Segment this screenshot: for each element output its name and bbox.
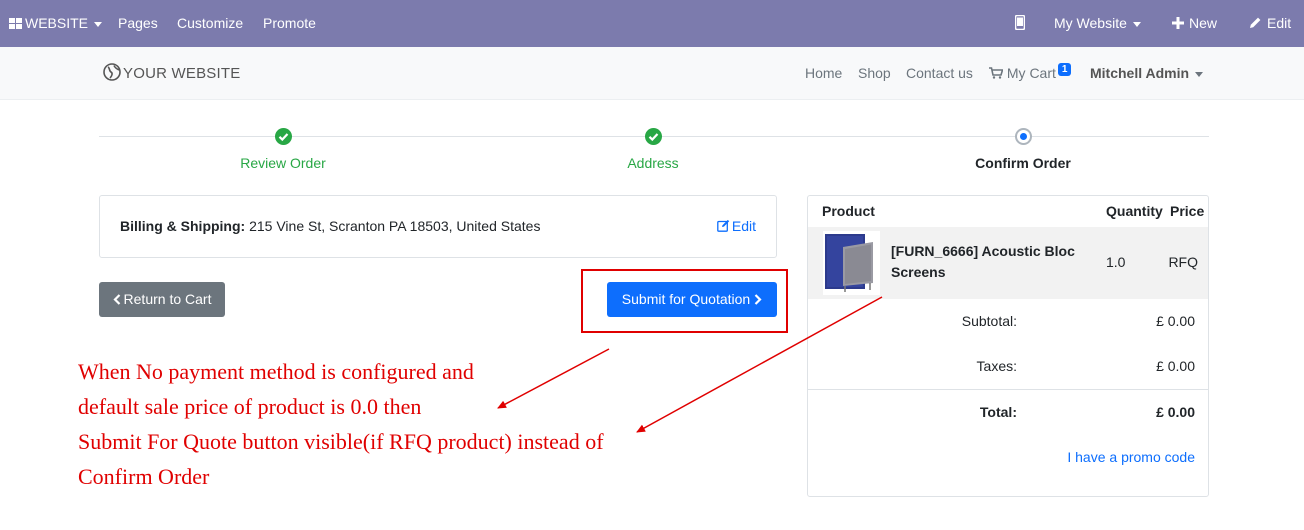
cart-count-badge: 1 [1057, 63, 1072, 76]
apps-grid-icon [9, 18, 22, 29]
product-price: RFQ [1168, 254, 1198, 270]
promote-menu[interactable]: Promote [263, 0, 316, 47]
chevron-down-icon [1195, 71, 1204, 77]
submit-for-quotation-button[interactable]: Submit for Quotation [607, 282, 777, 317]
product-name[interactable]: [FURN_6666] Acoustic Bloc Screens [891, 241, 1091, 283]
billing-label: Billing & Shipping: [120, 218, 246, 234]
site-logo[interactable]: YOUR WEBSITE [103, 47, 240, 100]
billing-edit-link[interactable]: Edit [717, 218, 756, 234]
billing-address: 215 Vine St, Scranton PA 18503, United S… [249, 218, 541, 234]
nav-cart[interactable]: My Cart 1 [989, 47, 1072, 100]
mobile-icon [1014, 14, 1026, 31]
annotation-line: Submit For Quote button visible(if RFQ p… [78, 429, 604, 454]
step-review-order[interactable]: Review Order [240, 155, 326, 171]
step-address[interactable]: Address [627, 155, 678, 171]
total-value: £ 0.00 [1156, 404, 1195, 420]
user-menu[interactable]: Mitchell Admin [1090, 47, 1204, 100]
current-step-icon [1015, 128, 1032, 145]
billing-shipping-box: Billing & Shipping: 215 Vine St, Scranto… [99, 195, 777, 258]
chevron-left-icon [112, 294, 120, 305]
user-name: Mitchell Admin [1090, 65, 1190, 81]
annotation-line: When No payment method is configured and [78, 359, 474, 384]
promo-code-link[interactable]: I have a promo code [1067, 449, 1195, 465]
return-to-cart-button[interactable]: Return to Cart [99, 282, 225, 317]
logo-text: YOUR WEBSITE [123, 65, 241, 82]
pages-menu[interactable]: Pages [118, 0, 158, 47]
edit-button[interactable]: Edit [1249, 0, 1291, 47]
my-website-menu[interactable]: My Website [1054, 0, 1141, 47]
admin-bar: WEBSITE Pages Customize Promote My Websi… [0, 0, 1304, 47]
header-quantity: Quantity [1106, 203, 1163, 219]
annotation-line: default sale price of product is 0.0 the… [78, 394, 422, 419]
plus-icon [1172, 17, 1184, 29]
step-confirm-order: Confirm Order [975, 155, 1071, 171]
return-label: Return to Cart [123, 291, 212, 307]
nav-contact[interactable]: Contact us [906, 47, 973, 100]
chevron-down-icon [94, 21, 103, 27]
website-menu-label: WEBSITE [25, 15, 89, 31]
site-header: YOUR WEBSITE Home Shop Contact us My Car… [0, 47, 1304, 100]
header-product: Product [822, 203, 875, 219]
new-button[interactable]: New [1172, 0, 1217, 47]
chevron-right-icon [754, 294, 762, 305]
nav-home[interactable]: Home [805, 47, 842, 100]
product-quantity: 1.0 [1106, 254, 1126, 270]
mobile-preview-button[interactable] [1014, 0, 1026, 47]
billing-text: Billing & Shipping: 215 Vine St, Scranto… [120, 218, 540, 234]
annotation-line: Confirm Order [78, 464, 210, 489]
taxes-value: £ 0.00 [1156, 358, 1195, 374]
summary-divider [808, 389, 1208, 390]
website-menu[interactable]: WEBSITE [9, 0, 103, 47]
pencil-icon [1250, 17, 1261, 28]
header-price: Price [1170, 203, 1205, 219]
new-label: New [1189, 15, 1218, 31]
order-summary: Product Quantity Price [FURN_6666] Acous… [807, 195, 1209, 497]
edit-label: Edit [1267, 15, 1292, 31]
taxes-label: Taxes: [976, 358, 1017, 374]
customize-menu[interactable]: Customize [177, 0, 243, 47]
check-circle-icon [645, 128, 662, 145]
annotation-text: When No payment method is configured and… [78, 354, 678, 494]
subtotal-label: Subtotal: [961, 313, 1017, 329]
nav-shop[interactable]: Shop [858, 47, 891, 100]
product-image [823, 231, 880, 295]
cart-label: My Cart [1006, 65, 1056, 81]
submit-label: Submit for Quotation [621, 291, 751, 307]
edit-icon [717, 219, 730, 232]
billing-edit-label: Edit [731, 218, 756, 234]
chevron-down-icon [1132, 21, 1141, 27]
cart-icon [989, 67, 1004, 79]
globe-icon [103, 63, 121, 81]
check-circle-icon [275, 128, 292, 145]
my-website-label: My Website [1054, 15, 1127, 31]
subtotal-value: £ 0.00 [1156, 313, 1195, 329]
total-label: Total: [979, 404, 1017, 420]
